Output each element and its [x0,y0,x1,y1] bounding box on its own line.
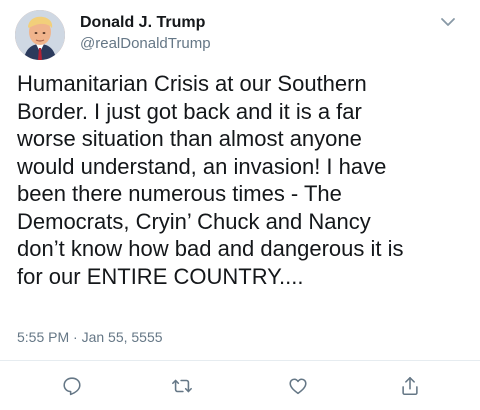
share-icon [402,376,418,396]
tweet-actions [0,374,480,398]
divider [0,360,480,361]
retweet-icon [172,379,192,393]
tweet-card: Donald J. Trump @realDonaldTrump Humanit… [0,0,480,410]
author-name[interactable]: Donald J. Trump [80,13,205,33]
author-avatar[interactable] [15,10,65,60]
retweet-button[interactable] [170,374,194,398]
author-handle[interactable]: @realDonaldTrump [80,35,211,53]
heart-icon [289,378,307,395]
reply-button[interactable] [60,374,84,398]
tweet-timestamp[interactable]: 5:55 PM · Jan 55, 5555 [17,328,163,346]
profile-avatar-icon [15,10,65,60]
tweet-text: Humanitarian Crisis at our Southern Bord… [17,71,404,289]
like-button[interactable] [286,374,310,398]
share-button[interactable] [398,374,422,398]
reply-icon [63,377,81,396]
chevron-down-icon[interactable] [440,15,456,27]
